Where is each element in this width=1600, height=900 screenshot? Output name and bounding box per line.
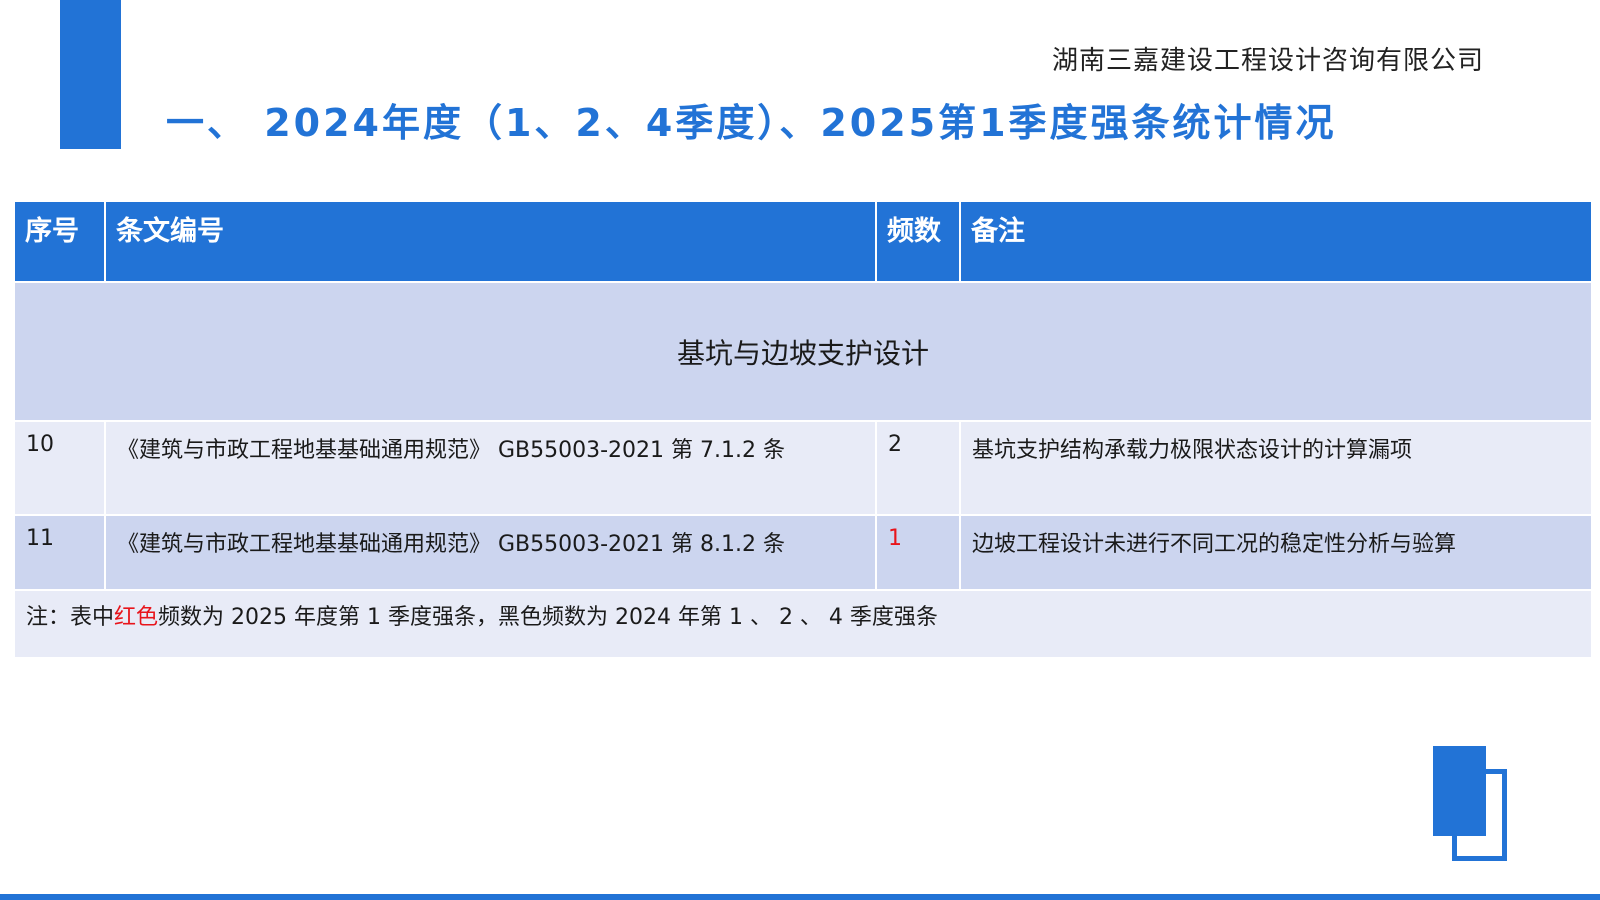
decorative-filled-square (1433, 746, 1486, 836)
column-header-frequency: 频数 (875, 200, 961, 283)
cell-frequency-highlighted: 1 (875, 514, 961, 591)
note-prefix: 注：表中 (26, 605, 115, 630)
note-row: 注：表中红色频数为 2025 年度第 1 季度强条，黑色频数为 2024 年第 … (13, 589, 1593, 659)
table-note: 注：表中红色频数为 2025 年度第 1 季度强条，黑色频数为 2024 年第 … (13, 589, 1593, 659)
bottom-accent-bar (0, 894, 1600, 900)
cell-frequency: 2 (875, 420, 961, 516)
cell-clause: 《建筑与市政工程地基基础通用规范》 GB55003-2021 第 8.1.2 条 (104, 514, 877, 591)
column-header-no: 序号 (13, 200, 106, 283)
column-header-remark: 备注 (959, 200, 1593, 283)
page-title: 一、 2024年度（1、2、4季度）、2025第1季度强条统计情况 (166, 101, 1337, 145)
cell-no: 11 (13, 514, 106, 591)
section-row: 基坑与边坡支护设计 (13, 281, 1593, 422)
statistics-table: 序号 条文编号 频数 备注 基坑与边坡支护设计 10 《建筑与市政工程地基基础通… (13, 200, 1593, 659)
table-row: 10 《建筑与市政工程地基基础通用规范》 GB55003-2021 第 7.1.… (13, 420, 1593, 516)
table-row: 11 《建筑与市政工程地基基础通用规范》 GB55003-2021 第 8.1.… (13, 514, 1593, 591)
company-name: 湖南三嘉建设工程设计咨询有限公司 (1051, 46, 1484, 76)
cell-remark: 基坑支护结构承载力极限状态设计的计算漏项 (959, 420, 1593, 516)
corner-accent-bar (60, 0, 121, 149)
section-title: 基坑与边坡支护设计 (13, 281, 1593, 422)
table-header-row: 序号 条文编号 频数 备注 (13, 200, 1593, 283)
cell-no: 10 (13, 420, 106, 516)
cell-clause: 《建筑与市政工程地基基础通用规范》 GB55003-2021 第 7.1.2 条 (104, 420, 877, 516)
note-suffix: 频数为 2025 年度第 1 季度强条，黑色频数为 2024 年第 1 、 2 … (158, 605, 938, 630)
cell-remark: 边坡工程设计未进行不同工况的稳定性分析与验算 (959, 514, 1593, 591)
note-red-word: 红色 (114, 605, 159, 630)
column-header-clause: 条文编号 (104, 200, 877, 283)
